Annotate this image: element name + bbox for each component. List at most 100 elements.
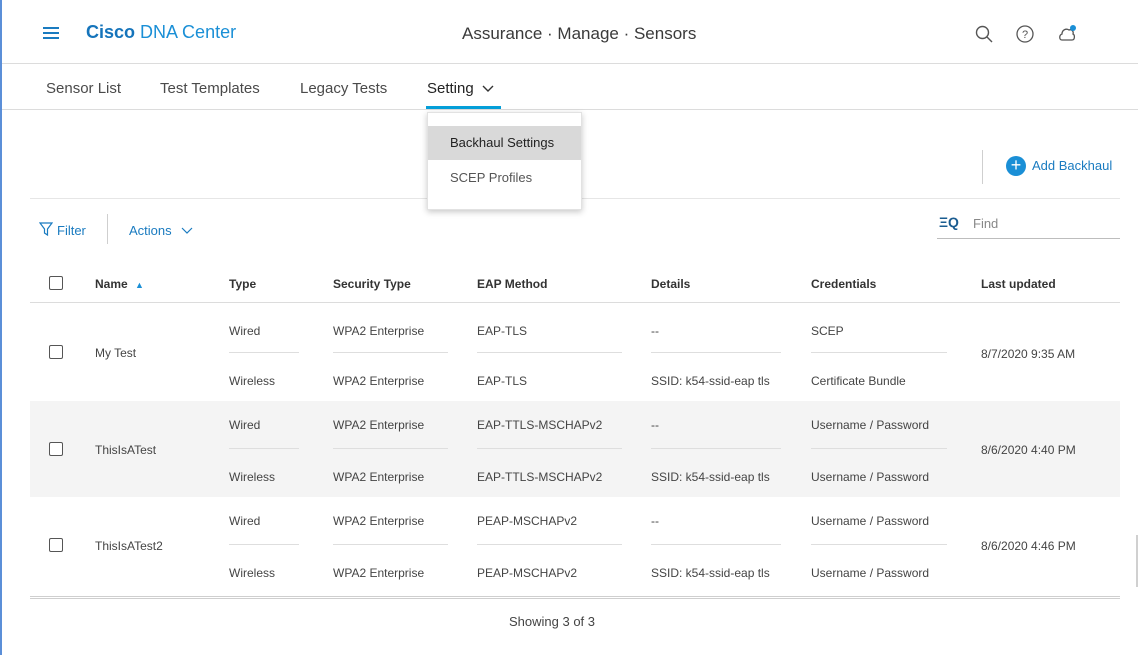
find-field: ΞQ <box>937 212 1120 239</box>
cell-eap-method: PEAP-MSCHAPv2 <box>477 514 578 528</box>
active-tab-indicator <box>426 106 501 109</box>
tab-setting[interactable]: Setting <box>427 80 494 97</box>
cell-eap-method: EAP-TTLS-MSCHAPv2 <box>477 418 603 432</box>
actions-dropdown[interactable]: Actions <box>129 223 193 238</box>
top-header: Cisco DNA Center Assurance · Manage · Se… <box>2 0 1138 64</box>
notification-icon[interactable] <box>1057 24 1077 44</box>
cell-eap-method: PEAP-MSCHAPv2 <box>477 566 578 580</box>
column-header-security-type[interactable]: Security Type <box>333 277 411 291</box>
cell-credentials: SCEP <box>811 324 844 338</box>
row-checkbox[interactable] <box>49 345 63 359</box>
cell-type: Wired <box>229 418 261 432</box>
cell-type: Wireless <box>229 470 276 484</box>
cell-eap-method: EAP-TTLS-MSCHAPv2 <box>477 470 603 484</box>
divider <box>229 544 299 545</box>
table-row[interactable]: ThisIsATest Wired WPA2 Enterprise EAP-TT… <box>30 401 1120 497</box>
divider <box>477 544 622 545</box>
chevron-down-icon <box>181 227 193 234</box>
tab-sensor-list[interactable]: Sensor List <box>46 80 121 97</box>
row-checkbox[interactable] <box>49 442 63 456</box>
column-header-eap-method[interactable]: EAP Method <box>477 277 547 291</box>
cell-security-type: WPA2 Enterprise <box>333 470 425 484</box>
column-header-details[interactable]: Details <box>651 277 690 291</box>
menu-item-scep-profiles[interactable]: SCEP Profiles <box>428 161 581 195</box>
cell-credentials: Username / Password <box>811 514 930 528</box>
cell-details: SSID: k54-ssid-eap tls <box>651 566 770 580</box>
cell-name: ThisIsATest2 <box>95 539 163 553</box>
search-icon[interactable] <box>974 24 994 44</box>
cell-last-updated: 8/6/2020 4:46 PM <box>981 539 1076 553</box>
filter-label: Filter <box>57 223 86 238</box>
column-header-credentials[interactable]: Credentials <box>811 277 876 291</box>
page-title: Assurance · Manage · Sensors <box>462 24 697 43</box>
row-checkbox[interactable] <box>49 538 63 552</box>
menu-item-backhaul-settings[interactable]: Backhaul Settings <box>428 126 581 160</box>
menu-icon[interactable] <box>43 27 59 39</box>
chevron-down-icon <box>482 85 494 93</box>
table-row[interactable]: My Test Wired WPA2 Enterprise EAP-TLS --… <box>30 304 1120 400</box>
divider <box>107 214 108 244</box>
cell-security-type: WPA2 Enterprise <box>333 418 425 432</box>
divider <box>477 448 622 449</box>
divider <box>651 544 781 545</box>
cell-security-type: WPA2 Enterprise <box>333 566 425 580</box>
column-header-name[interactable]: Name ▲ <box>95 277 144 291</box>
divider <box>651 448 781 449</box>
filter-icon <box>39 222 53 237</box>
column-header-last-updated[interactable]: Last updated <box>981 277 1056 291</box>
app-window: Cisco DNA Center Assurance · Manage · Se… <box>0 0 1138 655</box>
find-input[interactable] <box>973 212 1113 234</box>
cell-details: SSID: k54-ssid-eap tls <box>651 470 770 484</box>
cell-details: -- <box>651 324 659 338</box>
brand-rest: DNA Center <box>140 22 237 42</box>
cell-last-updated: 8/6/2020 4:40 PM <box>981 443 1076 457</box>
pagination-status: Showing 3 of 3 <box>509 614 596 629</box>
table-footer-divider <box>30 596 1120 599</box>
add-backhaul-label: Add Backhaul <box>1032 158 1113 173</box>
divider <box>811 352 947 353</box>
cell-eap-method: EAP-TLS <box>477 374 528 388</box>
column-header-type[interactable]: Type <box>229 277 256 291</box>
divider <box>229 352 299 353</box>
table-row[interactable]: ThisIsATest2 Wired WPA2 Enterprise PEAP-… <box>30 498 1120 594</box>
divider <box>651 352 781 353</box>
cell-name: My Test <box>95 346 137 360</box>
divider <box>811 448 947 449</box>
column-header-label: Name <box>95 277 128 291</box>
cell-credentials: Username / Password <box>811 566 930 580</box>
divider <box>982 150 983 184</box>
cell-name: ThisIsATest <box>95 443 157 457</box>
help-icon[interactable]: ? <box>1015 24 1035 44</box>
divider <box>229 448 299 449</box>
setting-dropdown-menu: Backhaul Settings SCEP Profiles <box>427 112 582 210</box>
cell-type: Wireless <box>229 374 276 388</box>
select-all-checkbox[interactable] <box>49 276 63 290</box>
sort-ascending-icon: ▲ <box>135 280 144 290</box>
actions-label: Actions <box>129 223 172 238</box>
cell-details: SSID: k54-ssid-eap tls <box>651 374 770 388</box>
divider <box>333 448 448 449</box>
cell-credentials: Username / Password <box>811 418 930 432</box>
divider <box>811 544 947 545</box>
cell-credentials: Certificate Bundle <box>811 374 906 388</box>
tab-bar: Sensor List Test Templates Legacy Tests … <box>2 64 1138 110</box>
cell-credentials: Username / Password <box>811 470 930 484</box>
cell-last-updated: 8/7/2020 9:35 AM <box>981 347 1076 361</box>
cell-eap-method: EAP-TLS <box>477 324 528 338</box>
find-icon: ΞQ <box>939 214 959 230</box>
tab-test-templates[interactable]: Test Templates <box>160 80 260 97</box>
cell-security-type: WPA2 Enterprise <box>333 374 425 388</box>
cell-security-type: WPA2 Enterprise <box>333 324 425 338</box>
cell-type: Wired <box>229 514 261 528</box>
cell-details: -- <box>651 514 659 528</box>
brand-logo[interactable]: Cisco DNA Center <box>86 22 236 43</box>
plus-icon: + <box>1006 156 1026 176</box>
svg-text:?: ? <box>1022 29 1028 41</box>
cell-type: Wired <box>229 324 261 338</box>
divider <box>333 544 448 545</box>
tab-legacy-tests[interactable]: Legacy Tests <box>300 80 387 97</box>
cell-type: Wireless <box>229 566 276 580</box>
table-header: Name ▲ Type Security Type EAP Method Det… <box>30 262 1120 303</box>
tab-setting-label: Setting <box>427 80 474 97</box>
cell-details: -- <box>651 418 659 432</box>
